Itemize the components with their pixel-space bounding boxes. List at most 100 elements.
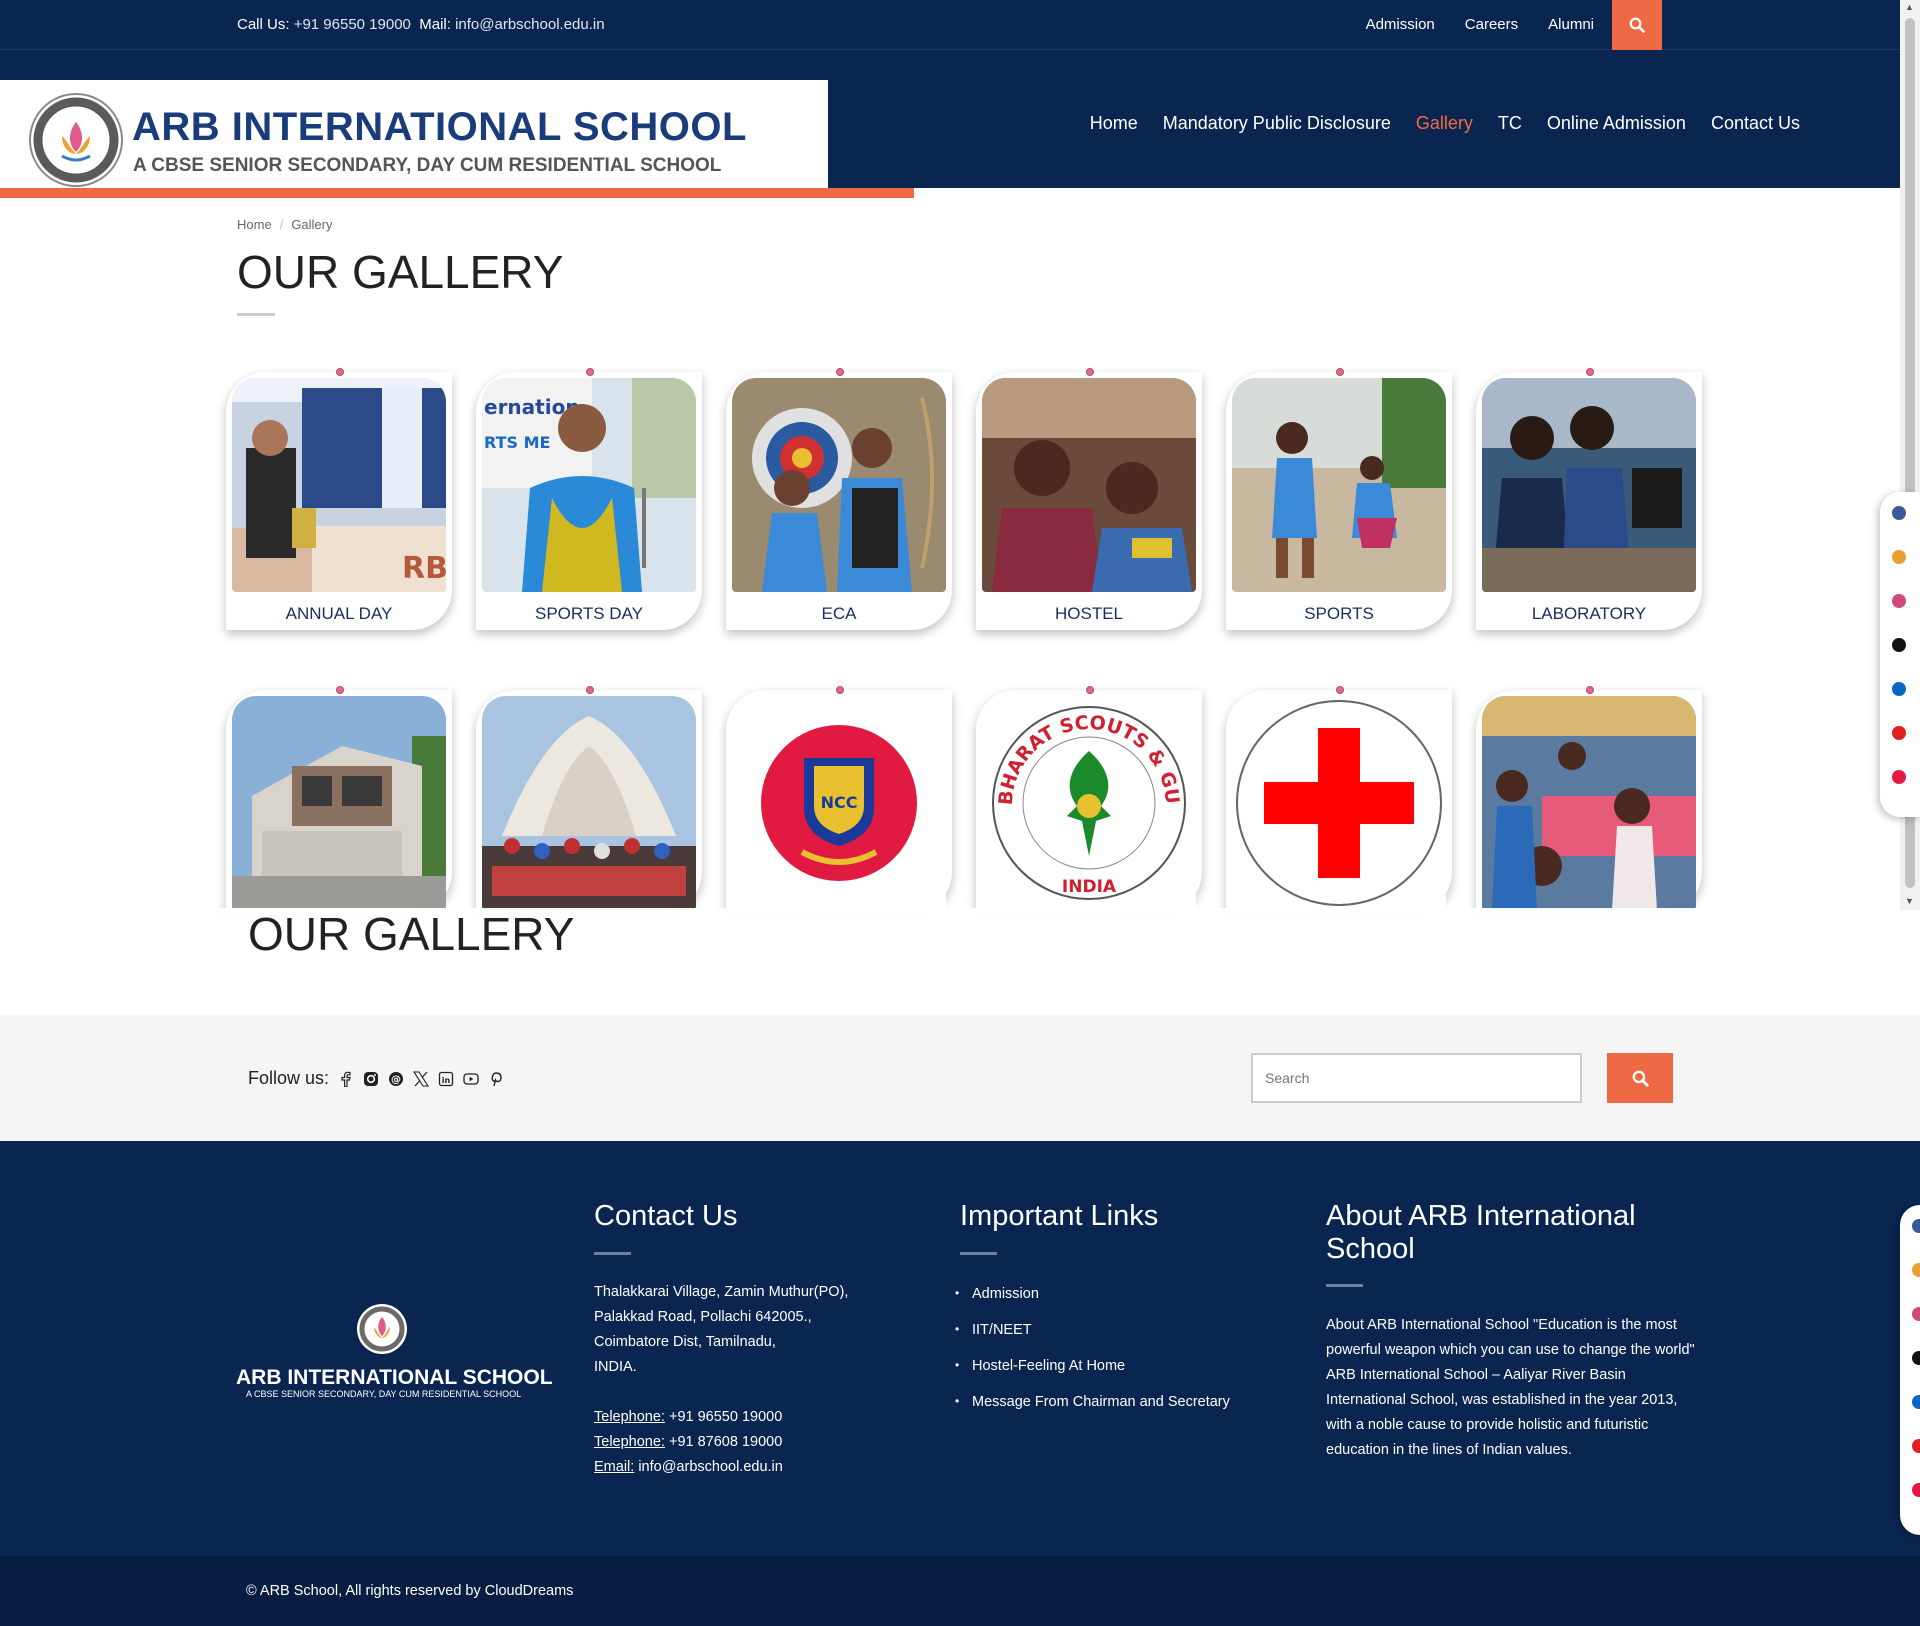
gallery-card-hostel[interactable]: HOSTEL — [976, 368, 1202, 630]
side-social-widget — [1880, 492, 1920, 817]
footer-about-heading: About ARB International School — [1326, 1200, 1636, 1266]
top-contact: Call Us: +91 96550 19000 Mail: info@arbs… — [237, 16, 605, 33]
linkedin-icon[interactable]: in — [437, 1070, 454, 1087]
gallery-label: LABORATORY — [1531, 604, 1647, 623]
footer-phone-1[interactable]: +91 96550 19000 — [669, 1409, 782, 1425]
facebook-icon[interactable] — [337, 1070, 354, 1087]
nav-home[interactable]: Home — [1090, 113, 1138, 134]
svg-text:RTS ME: RTS ME — [484, 433, 550, 452]
gallery-card-building[interactable] — [226, 686, 452, 912]
gallery-card-annual-day[interactable]: RBIS ANNUAL DAY — [226, 368, 452, 630]
side-pinterest-icon[interactable] — [1892, 770, 1906, 784]
gallery-label: SPORTS — [1304, 604, 1374, 623]
follow-label: Follow us: — [248, 1068, 330, 1088]
pinterest-icon[interactable] — [487, 1070, 504, 1087]
footer-about-text: About ARB International School "Educatio… — [1326, 1317, 1695, 1458]
address-line: Palakkad Road, Pollachi 642005., — [594, 1309, 812, 1325]
side-x-icon[interactable] — [1892, 638, 1906, 652]
pin-icon — [836, 368, 844, 376]
search-icon — [1629, 17, 1645, 33]
footer-school-name: ARB INTERNATIONAL SCHOOL — [236, 1366, 553, 1389]
red-cross-logo — [1232, 696, 1446, 910]
nav-gallery[interactable]: Gallery — [1416, 113, 1473, 134]
social-follow: Follow us: @ in — [248, 1068, 504, 1089]
top-phone[interactable]: +91 96550 19000 — [294, 16, 411, 33]
page-title: OUR GALLERY — [237, 246, 564, 298]
gallery-card-red-cross[interactable] — [1226, 686, 1452, 912]
gallery-card-laboratory[interactable]: LABORATORY — [1476, 368, 1702, 630]
address-line: INDIA. — [594, 1359, 637, 1375]
youtube-icon[interactable] — [462, 1070, 479, 1087]
footer-school-subtitle: A CBSE SENIOR SECONDARY, DAY CUM RESIDEN… — [246, 1389, 522, 1399]
side-x-icon[interactable] — [1912, 1351, 1920, 1365]
gallery-card-sports-day[interactable]: ernation RTS ME SPORTS DAY — [476, 368, 702, 630]
scroll-up-arrow-icon[interactable]: ▲ — [1905, 2, 1914, 12]
footer-search-button[interactable] — [1607, 1053, 1673, 1103]
lotus-temple-group-photo — [482, 696, 696, 910]
side-linkedin-icon[interactable] — [1912, 1395, 1920, 1409]
footer-link-admission[interactable]: Admission — [955, 1286, 1230, 1322]
side-instagram-icon[interactable] — [1912, 1263, 1920, 1277]
repeat-gallery-title: OUR GALLERY — [248, 908, 575, 960]
nav-tc[interactable]: TC — [1498, 113, 1522, 134]
nav-contact[interactable]: Contact Us — [1711, 113, 1800, 134]
gallery-card-eca[interactable]: ECA — [726, 368, 952, 630]
instagram-icon[interactable] — [362, 1070, 379, 1087]
threads-icon[interactable]: @ — [387, 1070, 404, 1087]
pin-icon — [586, 686, 594, 694]
svg-text:in: in — [441, 1076, 450, 1085]
gallery-card-classroom[interactable] — [1476, 686, 1702, 912]
breadcrumb-current: Gallery — [291, 217, 333, 232]
breadcrumb-home[interactable]: Home — [237, 217, 272, 232]
nav-online-admission[interactable]: Online Admission — [1547, 113, 1686, 134]
search-icon — [1632, 1070, 1649, 1087]
pin-icon — [836, 686, 844, 694]
side-facebook-icon[interactable] — [1912, 1219, 1920, 1233]
side-threads-icon[interactable] — [1912, 1307, 1920, 1321]
laboratory-photo — [1482, 378, 1696, 592]
top-link-admission[interactable]: Admission — [1366, 16, 1435, 33]
side-facebook-icon[interactable] — [1892, 506, 1906, 520]
school-name[interactable]: ARB INTERNATIONAL SCHOOL — [132, 105, 747, 150]
footer-phone-2[interactable]: +91 87608 19000 — [669, 1434, 782, 1450]
top-search-button[interactable] — [1612, 0, 1662, 50]
gallery-label: ECA — [821, 604, 857, 623]
footer-link-iit-neet[interactable]: IIT/NEET — [955, 1322, 1230, 1358]
side-youtube-icon[interactable] — [1912, 1439, 1920, 1453]
school-emblem-icon[interactable] — [28, 92, 124, 188]
scouts-logo-india: INDIA — [1062, 877, 1117, 897]
footer-link-hostel[interactable]: Hostel-Feeling At Home — [955, 1358, 1230, 1394]
top-link-careers[interactable]: Careers — [1465, 16, 1518, 33]
footer-search-input[interactable] — [1251, 1053, 1582, 1103]
pin-icon — [336, 686, 344, 694]
nav-mandatory-disclosure[interactable]: Mandatory Public Disclosure — [1163, 113, 1391, 134]
side-instagram-icon[interactable] — [1892, 550, 1906, 564]
gallery-card-scouts-guides[interactable]: THE BHARAT SCOUTS & GUIDES INDIA — [976, 686, 1202, 912]
mail-label: Mail: — [419, 16, 451, 33]
side-social-widget-footer — [1900, 1205, 1920, 1535]
scroll-down-arrow-icon[interactable]: ▼ — [1905, 896, 1914, 906]
hostel-photo — [982, 378, 1196, 592]
side-linkedin-icon[interactable] — [1892, 682, 1906, 696]
title-underline — [237, 313, 275, 316]
top-email[interactable]: info@arbschool.edu.in — [455, 16, 605, 33]
side-threads-icon[interactable] — [1892, 594, 1906, 608]
pin-icon — [1336, 686, 1344, 694]
side-youtube-icon[interactable] — [1892, 726, 1906, 740]
top-link-alumni[interactable]: Alumni — [1548, 16, 1594, 33]
x-icon[interactable] — [412, 1070, 429, 1087]
gallery-card-sports[interactable]: SPORTS — [1226, 368, 1452, 630]
gallery-label: ANNUAL DAY — [285, 604, 393, 623]
gallery-label: SPORTS DAY — [534, 604, 643, 623]
gallery-card-lotus-temple[interactable] — [476, 686, 702, 912]
side-pinterest-icon[interactable] — [1912, 1483, 1920, 1497]
svg-text:@: @ — [391, 1074, 401, 1085]
footer-heading-underline — [960, 1252, 997, 1255]
gallery-card-ncc[interactable]: NCC — [726, 686, 952, 912]
call-label: Call Us: — [237, 16, 290, 33]
sports-day-photo: ernation RTS ME — [482, 378, 696, 592]
footer-email[interactable]: info@arbschool.edu.in — [638, 1459, 783, 1475]
footer-link-chairman-message[interactable]: Message From Chairman and Secretary — [955, 1394, 1230, 1430]
pin-icon — [1086, 368, 1094, 376]
school-subtitle: A CBSE SENIOR SECONDARY, DAY CUM RESIDEN… — [133, 155, 722, 176]
